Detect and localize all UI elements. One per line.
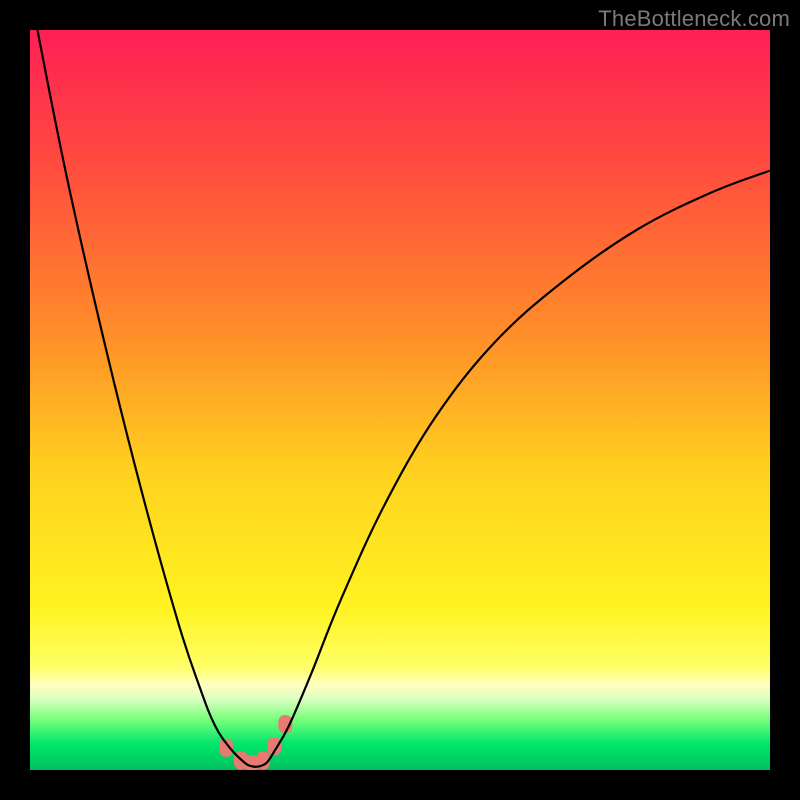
chart-frame	[30, 30, 770, 770]
gradient-background	[30, 30, 770, 770]
bottleneck-chart	[30, 30, 770, 770]
watermark-text: TheBottleneck.com	[598, 6, 790, 32]
